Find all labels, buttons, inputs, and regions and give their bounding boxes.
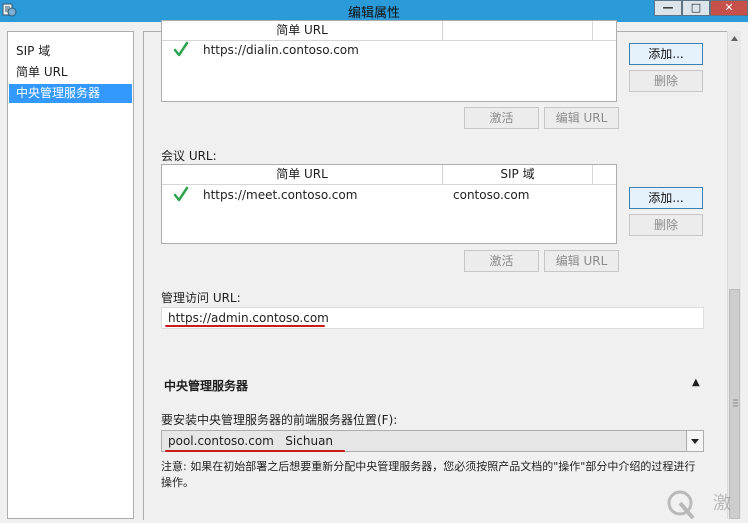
watermark: 激 xyxy=(665,488,731,520)
meeting-sip-cell: contoso.com xyxy=(453,188,530,202)
minimize-button[interactable]: — xyxy=(654,0,682,16)
column-header-blank xyxy=(443,21,593,40)
meeting-list-header: 简单 URL SIP 域 xyxy=(162,165,616,185)
main-panel: 简单 URL https://dialin.contoso.com 添加... … xyxy=(143,20,728,520)
watermark-icon xyxy=(667,490,695,520)
dialin-edit-url-button[interactable]: 编辑 URL xyxy=(544,107,619,129)
meeting-edit-url-button[interactable]: 编辑 URL xyxy=(544,250,619,272)
meeting-add-button[interactable]: 添加... xyxy=(629,187,703,209)
cms-location-select[interactable]: pool.contoso.com Sichuan xyxy=(161,430,704,452)
cms-section-title: 中央管理服务器 xyxy=(164,379,249,393)
scroll-up-icon[interactable] xyxy=(728,31,741,46)
cms-note: 注意: 如果在初始部署之后想要重新分配中央管理服务器，您必须按照产品文档的"操作… xyxy=(161,460,696,489)
chevron-down-icon[interactable] xyxy=(686,431,703,451)
sidebar-item-sip-domain[interactable]: SIP 域 xyxy=(9,42,132,61)
annotation-underline xyxy=(165,325,325,327)
dialin-url-cell: https://dialin.contoso.com xyxy=(203,43,359,57)
dialin-add-button[interactable]: 添加... xyxy=(629,43,703,65)
meeting-delete-button[interactable]: 删除 xyxy=(629,214,703,236)
dialin-list-header: 简单 URL xyxy=(162,21,616,41)
watermark-text: 激 xyxy=(713,493,731,514)
meeting-url-label: 会议 URL: xyxy=(161,149,217,163)
cms-location-value: pool.contoso.com Sichuan xyxy=(168,434,334,448)
check-icon xyxy=(173,41,189,57)
list-item[interactable]: https://dialin.contoso.com xyxy=(162,40,616,60)
grip-icon xyxy=(733,399,738,407)
title-bar: 编辑属性 — □ ✕ xyxy=(0,0,748,22)
dialin-activate-button[interactable]: 激活 xyxy=(464,107,539,129)
meeting-url-cell: https://meet.contoso.com xyxy=(203,188,358,202)
annotation-underline xyxy=(165,450,345,452)
window-title: 编辑属性 xyxy=(347,6,400,21)
column-header-simple-url[interactable]: 简单 URL xyxy=(162,21,443,40)
scrollbar-thumb[interactable] xyxy=(729,289,740,519)
meeting-url-list[interactable]: 简单 URL SIP 域 https://meet.contoso.com co… xyxy=(161,164,617,244)
sidebar-nav: SIP 域 简单 URL 中央管理服务器 xyxy=(7,31,134,519)
check-icon xyxy=(173,186,189,202)
cms-location-label: 要安装中央管理服务器的前端服务器位置(F): xyxy=(161,413,398,427)
sidebar-item-simple-url[interactable]: 简单 URL xyxy=(9,63,132,82)
sidebar-item-central-management[interactable]: 中央管理服务器 xyxy=(9,84,132,103)
column-header-simple-url[interactable]: 简单 URL xyxy=(162,165,443,184)
maximize-button[interactable]: □ xyxy=(682,0,710,16)
close-button[interactable]: ✕ xyxy=(710,0,748,16)
meeting-activate-button[interactable]: 激活 xyxy=(464,250,539,272)
collapse-icon[interactable]: ▲ xyxy=(692,377,700,388)
dialin-delete-button[interactable]: 删除 xyxy=(629,70,703,92)
admin-url-label: 管理访问 URL: xyxy=(161,291,241,305)
list-item[interactable]: https://meet.contoso.com contoso.com xyxy=(162,185,616,205)
dialin-url-list[interactable]: 简单 URL https://dialin.contoso.com xyxy=(161,20,617,102)
vertical-scrollbar[interactable] xyxy=(727,31,741,519)
column-header-sip-domain[interactable]: SIP 域 xyxy=(443,165,593,184)
